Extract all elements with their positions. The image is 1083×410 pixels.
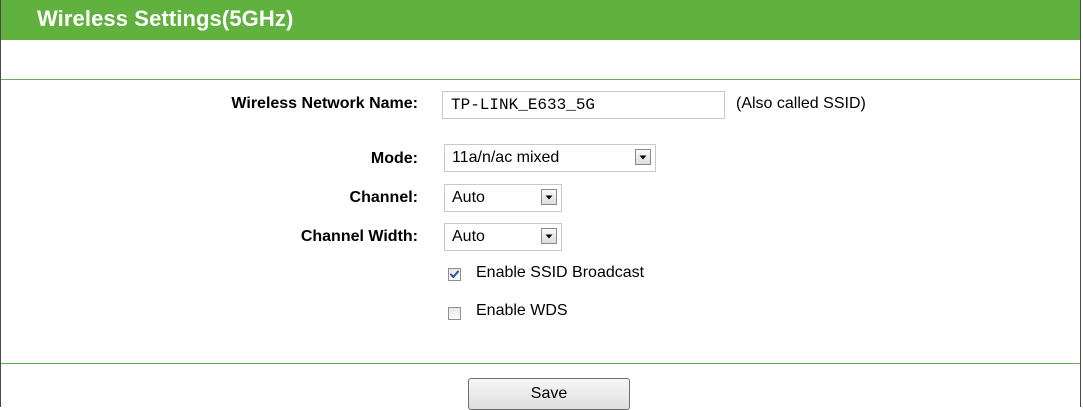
channel-select[interactable]: Auto xyxy=(444,184,562,212)
mode-select[interactable]: 11a/n/ac mixed xyxy=(444,144,656,172)
channel-width-select-value: Auto xyxy=(452,228,485,245)
network-name-label: Wireless Network Name: xyxy=(231,95,418,112)
divider-bottom xyxy=(1,363,1080,364)
chevron-down-icon xyxy=(635,149,651,165)
page-title: Wireless Settings(5GHz) xyxy=(37,6,294,31)
ssid-hint: (Also called SSID) xyxy=(736,95,866,112)
channel-width-label: Channel Width: xyxy=(300,228,418,245)
wireless-settings-panel: Wireless Settings(5GHz) Wireless Network… xyxy=(0,0,1081,410)
channel-select-value: Auto xyxy=(452,189,485,206)
mode-label: Mode: xyxy=(370,150,418,167)
ssid-broadcast-label: Enable SSID Broadcast xyxy=(476,264,645,281)
channel-width-select[interactable]: Auto xyxy=(444,223,562,251)
section-header: Wireless Settings(5GHz) xyxy=(1,0,1080,40)
ssid-input[interactable] xyxy=(442,91,725,119)
ssid-broadcast-checkbox[interactable] xyxy=(448,268,461,281)
wds-label: Enable WDS xyxy=(476,302,568,319)
mode-select-value: 11a/n/ac mixed xyxy=(452,149,560,166)
chevron-down-icon xyxy=(541,189,557,205)
channel-label: Channel: xyxy=(349,189,418,206)
checkmark-icon xyxy=(450,270,459,278)
wds-checkbox[interactable] xyxy=(448,307,461,320)
divider-top xyxy=(1,79,1080,80)
save-button[interactable]: Save xyxy=(468,378,630,410)
chevron-down-icon xyxy=(541,228,557,244)
